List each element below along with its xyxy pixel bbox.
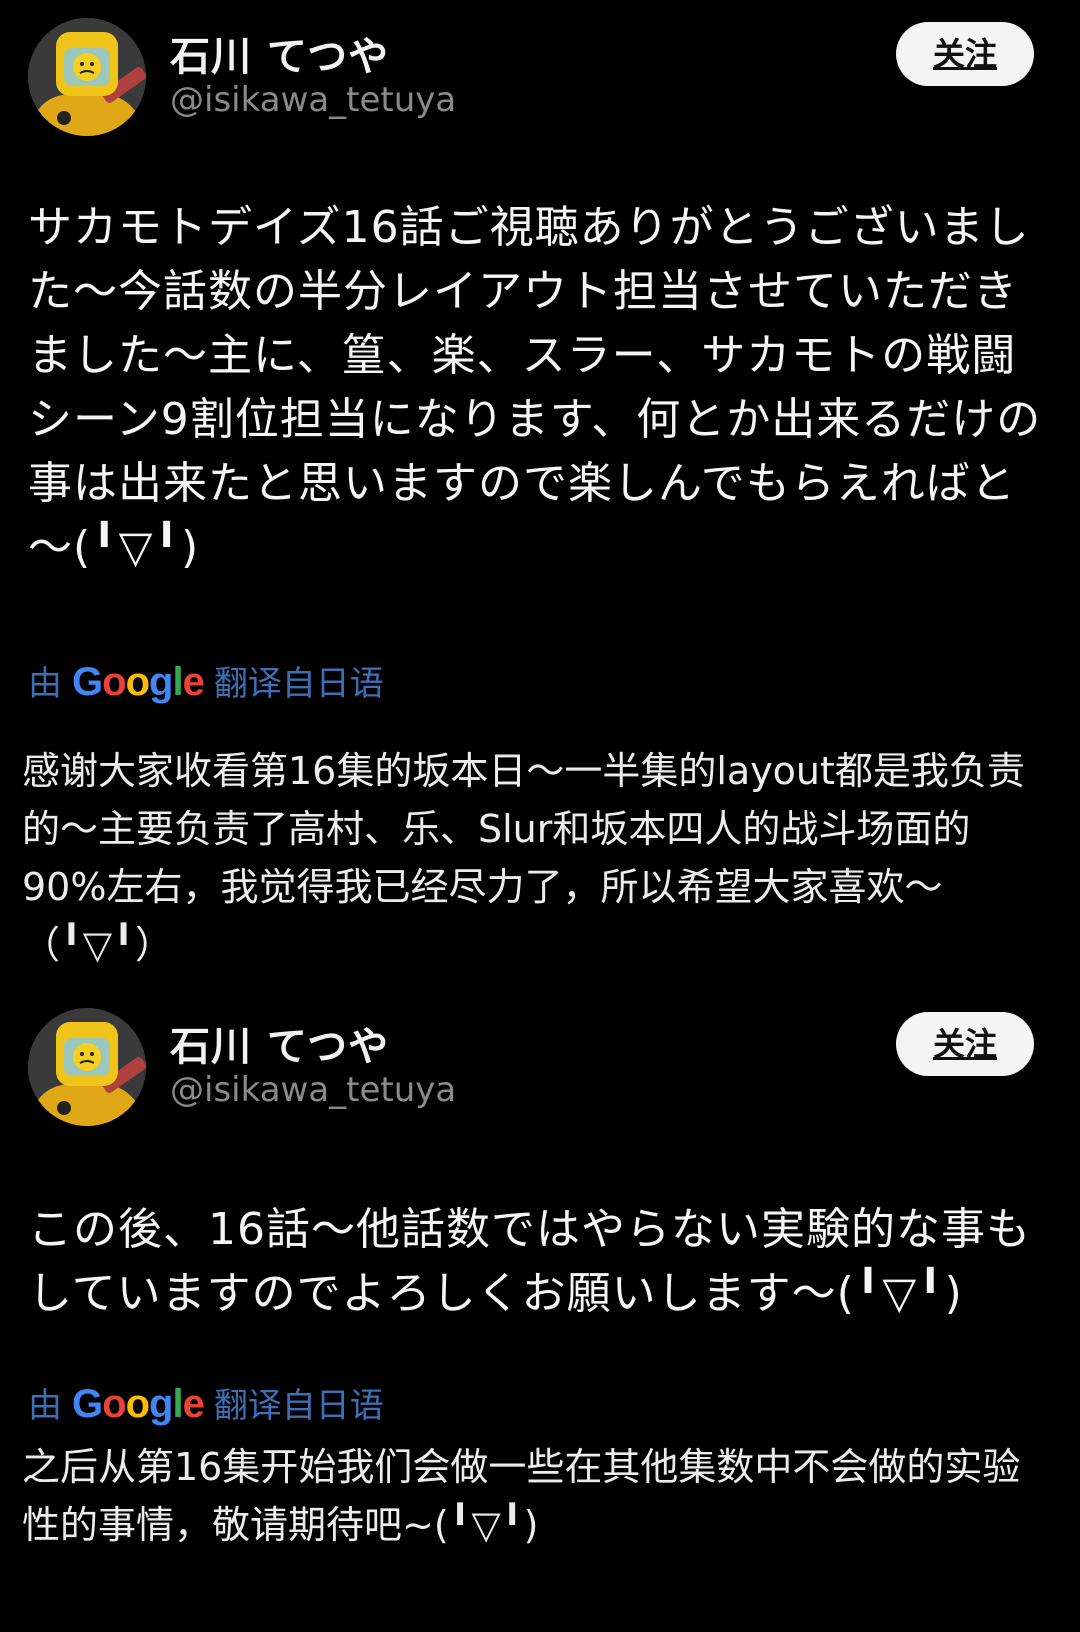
translation-attribution[interactable]: 由 Google 翻译自日语 (28, 1378, 384, 1427)
lego-hazmat-avatar-icon[interactable] (28, 18, 146, 136)
post-original-text: サカモトデイズ16話ご視聴ありがとうございました～今話数の半分レイアウト担当させ… (28, 202, 1042, 573)
lego-hazmat-avatar-icon[interactable] (28, 1008, 146, 1126)
google-logo: Google (72, 660, 205, 704)
post-translated-text: 之后从第16集开始我们会做一些在其他集数中不会做的实验性的事情，敬请期待吧~(╹… (22, 1445, 1021, 1547)
post-card: 石川 てつや @isikawa_tetuya 关注 サカモトデイズ16話ご視聴あ… (0, 0, 1080, 990)
post-original-text: この後、16話～他話数ではやらない実験的な事もしていますのでよろしくお願いします… (28, 1204, 1031, 1319)
follow-button[interactable]: 关注 (896, 1012, 1034, 1076)
author-display-name[interactable]: 石川 てつや (170, 24, 389, 82)
post-card: 石川 てつや @isikawa_tetuya 关注 この後、16話～他話数ではや… (0, 990, 1080, 1632)
author-display-name[interactable]: 石川 てつや (170, 1014, 389, 1072)
translation-suffix: 翻译自日语 (213, 1386, 384, 1426)
follow-button[interactable]: 关注 (896, 22, 1034, 86)
author-handle[interactable]: @isikawa_tetuya (170, 1070, 456, 1110)
translation-prefix: 由 (28, 1386, 62, 1426)
translation-attribution[interactable]: 由 Google 翻译自日语 (28, 656, 384, 705)
post-translated-text: 感谢大家收看第16集的坂本日～一半集的layout都是我负责的～主要负责了高村、… (22, 749, 1025, 967)
author-handle[interactable]: @isikawa_tetuya (170, 80, 456, 120)
translation-prefix: 由 (28, 664, 62, 704)
translation-suffix: 翻译自日语 (213, 664, 384, 704)
google-logo: Google (72, 1382, 205, 1426)
